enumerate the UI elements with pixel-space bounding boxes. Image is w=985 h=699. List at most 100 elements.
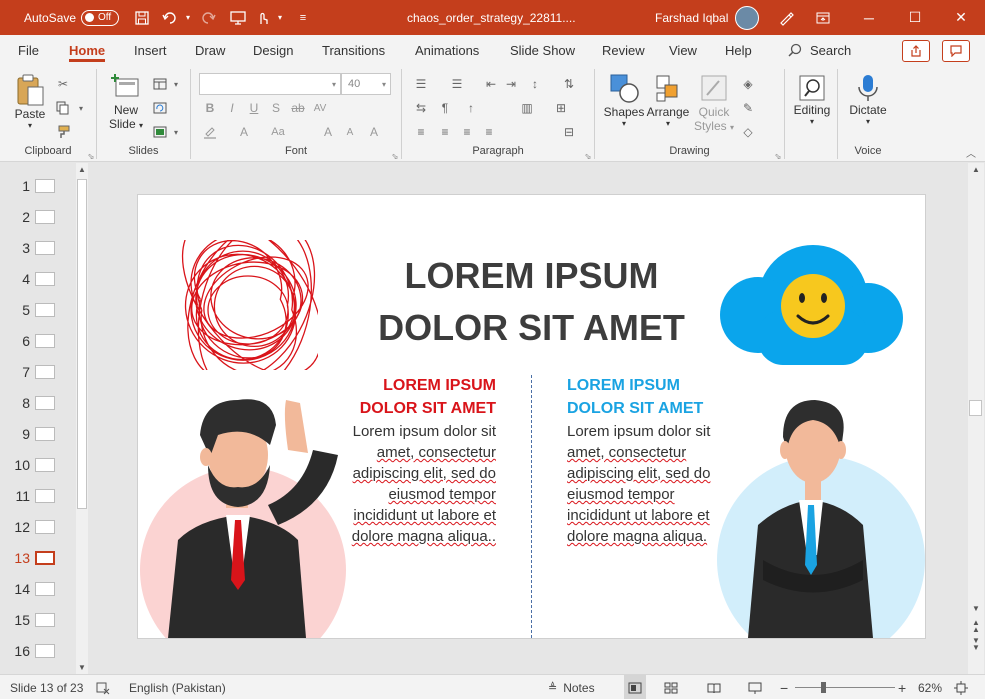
italic-icon[interactable]: I [223,99,241,117]
numbering-icon[interactable]: ☰ [448,75,466,93]
layout-dropdown-icon[interactable]: ▾ [167,75,185,93]
shape-outline-icon[interactable]: ✎ [739,99,757,117]
left-column-body[interactable]: Lorem ipsum dolor sit amet, consectetur … [338,421,496,547]
slide-thumbnail[interactable]: 1 [0,170,80,201]
autosave-toggle[interactable]: Off [81,0,119,35]
slide-thumbnail[interactable]: 13 [0,542,80,573]
decrease-font-icon[interactable]: A [341,123,359,141]
bold-icon[interactable]: B [201,99,219,117]
slide-thumbnail[interactable]: 14 [0,573,80,604]
editing-button[interactable]: Editing ▾ [789,73,835,126]
line-spacing-icon[interactable]: ↕ [526,75,544,93]
slide-counter[interactable]: Slide 13 of 23 [10,675,83,699]
tab-animations[interactable]: Animations [415,35,479,65]
copy-icon[interactable] [54,99,72,117]
section-dropdown-icon[interactable]: ▾ [167,123,185,141]
next-slide-icon[interactable]: ▼ ▼ [972,637,980,652]
minimize-icon[interactable]: ─ [846,0,892,35]
cut-icon[interactable]: ✂ [54,75,72,93]
tab-review[interactable]: Review [602,35,645,65]
shape-effects-icon[interactable]: ◇ [739,123,757,141]
font-name-combo[interactable]: ▾ [199,73,341,95]
accessibility-icon[interactable] [96,675,110,699]
smartart-icon[interactable]: ⊟ [560,123,578,141]
pen-icon[interactable] [776,0,796,35]
slide-thumbnail[interactable]: 10 [0,449,80,480]
ltr-icon[interactable]: ¶ [436,99,454,117]
align-center-icon[interactable]: ≡ [436,123,454,141]
slide-thumbnail[interactable]: 3 [0,232,80,263]
search-box[interactable]: Search [788,35,851,65]
slide-canvas[interactable]: LOREM IPSUM DOLOR SIT AMET LOREM IPSUM D… [138,195,925,638]
quick-styles-button[interactable]: Quick Styles ▾ [693,73,735,133]
zoom-in-icon[interactable]: + [898,675,906,699]
font-size-combo[interactable]: 40 ▾ [341,73,391,95]
align-left-icon[interactable]: ≡ [412,123,430,141]
ribbon-display-options-icon[interactable] [800,0,846,35]
tab-file[interactable]: File [18,35,39,65]
slide-thumbnail[interactable]: 4 [0,263,80,294]
sort-icon[interactable]: ↑ [462,99,480,117]
slide-thumbnail[interactable]: 16 [0,635,80,666]
tab-insert[interactable]: Insert [134,35,167,65]
scroll-down-icon[interactable]: ▼ [78,663,86,672]
reading-view-icon[interactable] [707,675,721,699]
slideshow-view-icon[interactable] [748,675,762,699]
increase-indent-icon[interactable]: ⇥ [502,75,520,93]
language-indicator[interactable]: English (Pakistan) [129,675,226,699]
slide-thumbnail[interactable]: 2 [0,201,80,232]
slide-thumbnail[interactable]: 8 [0,387,80,418]
text-direction-icon[interactable]: ⇅ [560,75,578,93]
redo-icon[interactable] [198,0,218,35]
slide-thumbnail[interactable]: 5 [0,294,80,325]
zoom-slider-track[interactable] [795,687,895,688]
paste-button[interactable]: Paste ▾ [12,73,48,130]
bullets-icon[interactable]: ☰ [412,75,430,93]
increase-font-icon[interactable]: A [319,123,337,141]
undo-icon[interactable] [160,0,180,35]
right-column-heading[interactable]: LOREM IPSUM DOLOR SIT AMET [567,374,727,420]
undo-dropdown-icon[interactable]: ▾ [178,0,198,35]
slide-thumbnail[interactable]: 15 [0,604,80,635]
shapes-button[interactable]: Shapes ▾ [603,73,645,128]
comments-button[interactable] [942,40,970,62]
scroll-down-icon[interactable]: ▼ [972,604,980,613]
slide-thumbnail[interactable]: 6 [0,325,80,356]
reset-icon[interactable] [151,99,169,117]
avatar[interactable] [735,0,759,35]
slide-sorter-icon[interactable] [664,675,678,699]
normal-view-icon[interactable] [624,675,646,699]
touch-dropdown-icon[interactable]: ▾ [270,0,290,35]
zoom-slider-handle[interactable] [821,682,826,693]
dictate-button[interactable]: Dictate ▾ [844,73,892,126]
fit-slide-icon[interactable] [954,675,968,699]
new-slide-button[interactable]: New Slide ▾ [105,73,147,131]
tab-slide-show[interactable]: Slide Show [510,35,575,65]
share-button[interactable] [902,40,930,62]
rtl-icon[interactable]: ⇆ [412,99,430,117]
slide-thumbnail[interactable]: 12 [0,511,80,542]
zoom-level[interactable]: 62% [918,675,942,699]
left-column-heading[interactable]: LOREM IPSUM DOLOR SIT AMET [338,374,496,420]
font-color-icon[interactable]: A [235,123,253,141]
strikethrough-icon[interactable]: ab [289,99,307,117]
scroll-up-icon[interactable]: ▲ [972,165,980,174]
tab-draw[interactable]: Draw [195,35,225,65]
scroll-up-icon[interactable]: ▲ [78,165,86,174]
save-icon[interactable] [132,0,152,35]
underline-icon[interactable]: U [245,99,263,117]
thumbnail-scrollbar[interactable]: ▲ ▼ [76,163,88,674]
tab-transitions[interactable]: Transitions [322,35,385,65]
tab-home[interactable]: Home [69,35,106,65]
previous-slide-icon[interactable]: ▲ ▲ [972,619,980,634]
align-right-icon[interactable]: ≡ [458,123,476,141]
copy-dropdown-icon[interactable]: ▾ [72,99,90,117]
clear-formatting-icon[interactable]: A [365,123,383,141]
customize-qat-icon[interactable]: ≡ [293,0,313,35]
highlight-icon[interactable] [201,123,219,141]
slide-thumbnail[interactable]: 9 [0,418,80,449]
scroll-thumb[interactable] [969,400,982,416]
editor-scrollbar[interactable]: ▲ ▼ ▲ ▲ ▼ ▼ [968,163,984,674]
character-spacing-icon[interactable]: AV [311,99,329,117]
notes-button[interactable]: ≜ Notes [548,675,595,699]
